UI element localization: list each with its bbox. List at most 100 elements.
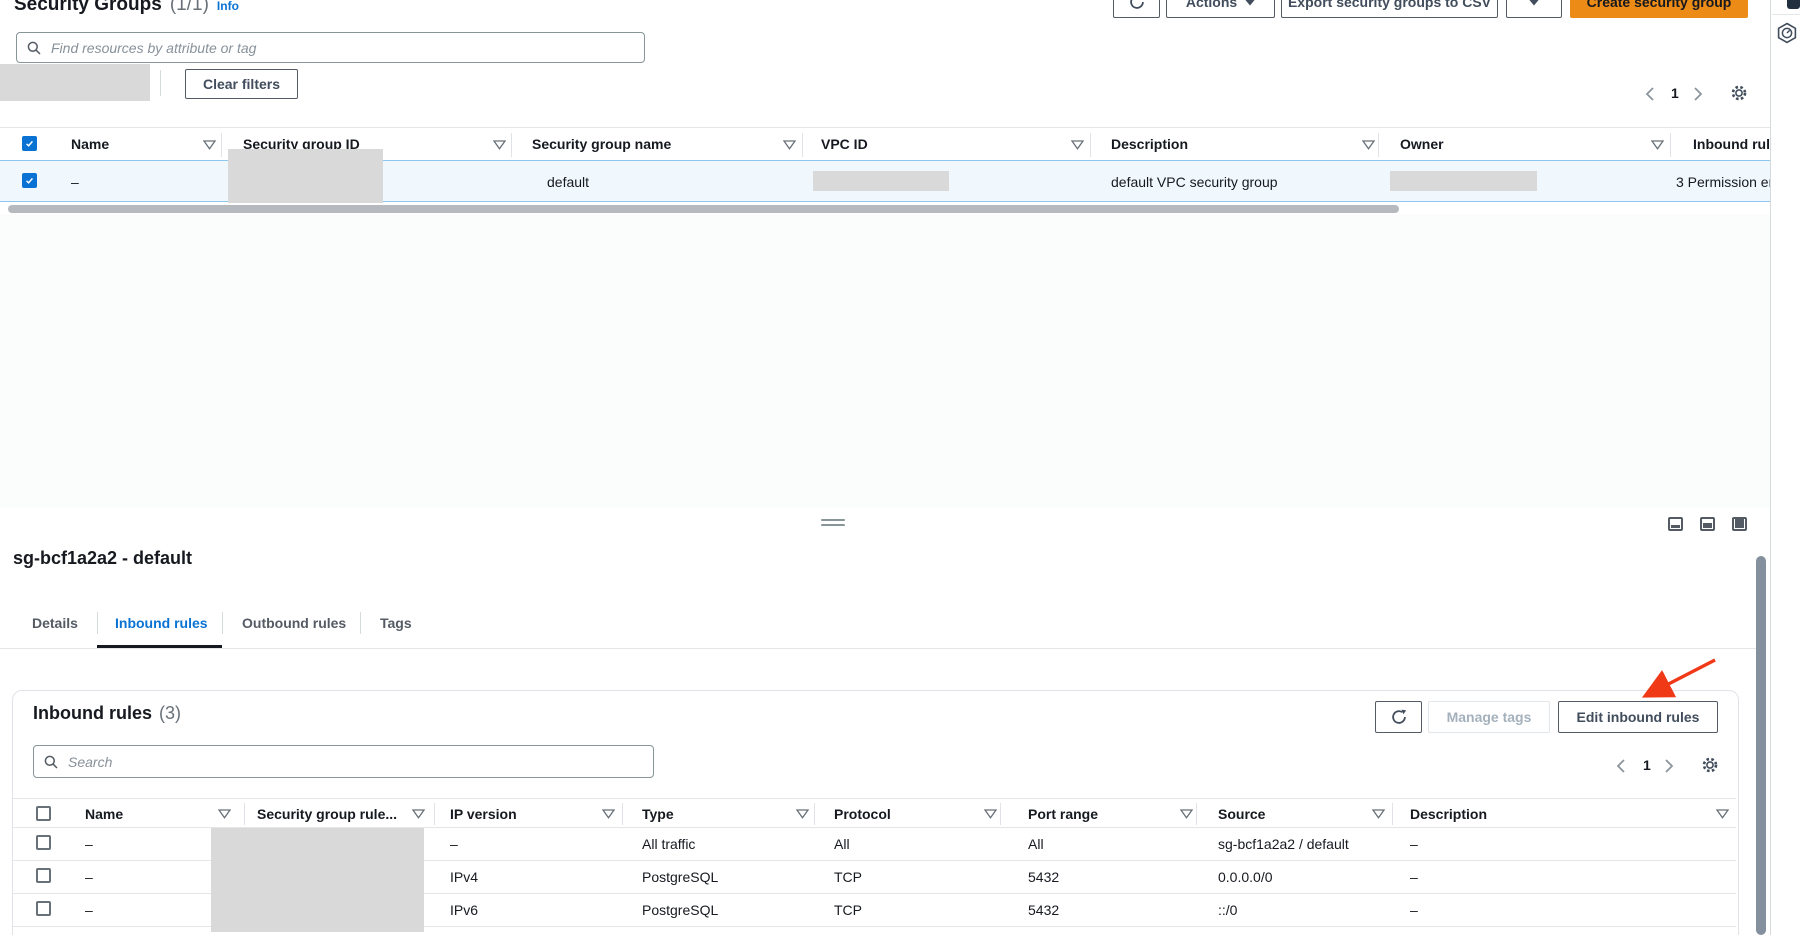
horizontal-scrollbar[interactable] xyxy=(8,205,1399,213)
tab-details[interactable]: Details xyxy=(32,615,78,631)
rail-divider xyxy=(1772,14,1800,15)
tab-divider xyxy=(360,612,361,634)
col-description[interactable]: Description xyxy=(1111,136,1188,152)
cell-type: All traffic xyxy=(642,836,695,852)
tab-inbound-rules[interactable]: Inbound rules xyxy=(115,615,208,631)
select-all-checkbox[interactable] xyxy=(36,806,51,821)
info-link[interactable]: Info xyxy=(217,0,239,13)
col-divider xyxy=(1090,133,1091,157)
table-top-border xyxy=(13,798,1736,799)
inbound-search-input[interactable] xyxy=(66,753,643,771)
panel-size-medium-icon[interactable] xyxy=(1700,517,1715,531)
filter-icon[interactable] xyxy=(984,809,997,819)
col-name[interactable]: Name xyxy=(71,136,109,152)
search-icon xyxy=(44,755,58,769)
col-sg-rule-id[interactable]: Security group rule... xyxy=(257,806,397,822)
check-icon xyxy=(24,175,35,186)
page-number[interactable]: 1 xyxy=(1671,85,1679,101)
empty-region xyxy=(0,214,1770,508)
resource-search-box xyxy=(16,32,645,63)
cell-type: PostgreSQL xyxy=(642,902,718,918)
refresh-button[interactable] xyxy=(1113,0,1160,18)
col-divider xyxy=(1378,133,1379,157)
filter-icon[interactable] xyxy=(493,140,506,150)
table-settings-icon[interactable] xyxy=(1730,84,1748,102)
row-checkbox[interactable] xyxy=(36,901,51,916)
col-port-range[interactable]: Port range xyxy=(1028,806,1098,822)
col-protocol[interactable]: Protocol xyxy=(834,806,891,822)
tab-divider xyxy=(222,612,223,634)
row-checkbox[interactable] xyxy=(36,868,51,883)
filter-icon[interactable] xyxy=(1362,140,1375,150)
search-icon xyxy=(27,41,41,55)
next-page-icon[interactable] xyxy=(1664,759,1674,773)
filter-icon[interactable] xyxy=(412,809,425,819)
filter-icon[interactable] xyxy=(783,140,796,150)
table-settings-icon[interactable] xyxy=(1701,756,1719,774)
hexagon-clock-icon[interactable] xyxy=(1776,22,1798,44)
col-divider xyxy=(814,803,815,825)
cell-source: sg-bcf1a2a2 / default xyxy=(1218,836,1349,852)
col-name[interactable]: Name xyxy=(85,806,123,822)
cell-name: – xyxy=(85,902,93,918)
export-csv-caret-button[interactable] xyxy=(1506,0,1562,18)
refresh-icon xyxy=(1129,0,1145,10)
inbound-refresh-button[interactable] xyxy=(1375,701,1422,733)
filter-icon[interactable] xyxy=(218,809,231,819)
actions-button[interactable]: Actions xyxy=(1166,0,1275,18)
filter-icon[interactable] xyxy=(203,140,216,150)
manage-tags-button[interactable]: Manage tags xyxy=(1428,701,1550,733)
previous-page-icon[interactable] xyxy=(1616,759,1626,773)
row-checkbox[interactable] xyxy=(36,835,51,850)
filter-icon[interactable] xyxy=(602,809,615,819)
cell-vpc-id-redacted xyxy=(813,171,949,191)
inbound-rules-title: Inbound rules xyxy=(33,703,152,724)
applied-filter-redacted xyxy=(0,64,150,101)
edit-inbound-rules-label: Edit inbound rules xyxy=(1577,709,1700,725)
cell-source: 0.0.0.0/0 xyxy=(1218,869,1273,885)
filter-icon[interactable] xyxy=(1372,809,1385,819)
caret-down-icon xyxy=(1245,0,1255,6)
panel-size-large-icon[interactable] xyxy=(1732,517,1747,531)
cell-ip-version: IPv4 xyxy=(450,869,478,885)
manage-tags-label: Manage tags xyxy=(1447,709,1532,725)
aws-security-groups-screen: Security Groups (1/1) Info Actions Expor… xyxy=(0,0,1800,935)
create-security-group-button[interactable]: Create security group xyxy=(1570,0,1748,18)
col-type[interactable]: Type xyxy=(642,806,674,822)
rail-top-icon[interactable] xyxy=(1787,0,1800,9)
page-number[interactable]: 1 xyxy=(1643,757,1651,773)
col-owner[interactable]: Owner xyxy=(1400,136,1444,152)
col-ip-version[interactable]: IP version xyxy=(450,806,517,822)
cell-name: – xyxy=(85,869,93,885)
vertical-scrollbar[interactable] xyxy=(1756,556,1766,935)
cell-ip-version: IPv6 xyxy=(450,902,478,918)
table-top-border xyxy=(0,127,1770,128)
col-inbound-rules-count[interactable]: Inbound rules c xyxy=(1693,136,1770,152)
filter-icon[interactable] xyxy=(796,809,809,819)
select-all-checkbox[interactable] xyxy=(22,136,37,151)
cell-protocol: TCP xyxy=(834,902,862,918)
split-panel-drag-handle[interactable] xyxy=(821,524,845,526)
previous-page-icon[interactable] xyxy=(1645,87,1655,101)
row-checkbox[interactable] xyxy=(22,173,37,188)
resource-search-input[interactable] xyxy=(49,39,634,57)
split-panel-drag-handle[interactable] xyxy=(821,519,845,521)
filter-icon[interactable] xyxy=(1716,809,1729,819)
col-sg-name[interactable]: Security group name xyxy=(532,136,671,152)
col-vpc-id[interactable]: VPC ID xyxy=(821,136,868,152)
annotation-arrow xyxy=(1625,648,1735,708)
filter-icon[interactable] xyxy=(1071,140,1084,150)
panel-size-small-icon[interactable] xyxy=(1668,517,1683,531)
tab-tags[interactable]: Tags xyxy=(380,615,412,631)
filter-icon[interactable] xyxy=(1651,140,1664,150)
col-source[interactable]: Source xyxy=(1218,806,1265,822)
col-divider xyxy=(1196,803,1197,825)
col-description[interactable]: Description xyxy=(1410,806,1487,822)
tab-outbound-rules[interactable]: Outbound rules xyxy=(242,615,346,631)
filter-icon[interactable] xyxy=(1180,809,1193,819)
next-page-icon[interactable] xyxy=(1693,87,1703,101)
clear-filters-button[interactable]: Clear filters xyxy=(185,69,298,99)
export-csv-button[interactable]: Export security groups to CSV xyxy=(1281,0,1498,18)
cell-name: – xyxy=(71,174,79,190)
col-divider xyxy=(511,133,512,157)
